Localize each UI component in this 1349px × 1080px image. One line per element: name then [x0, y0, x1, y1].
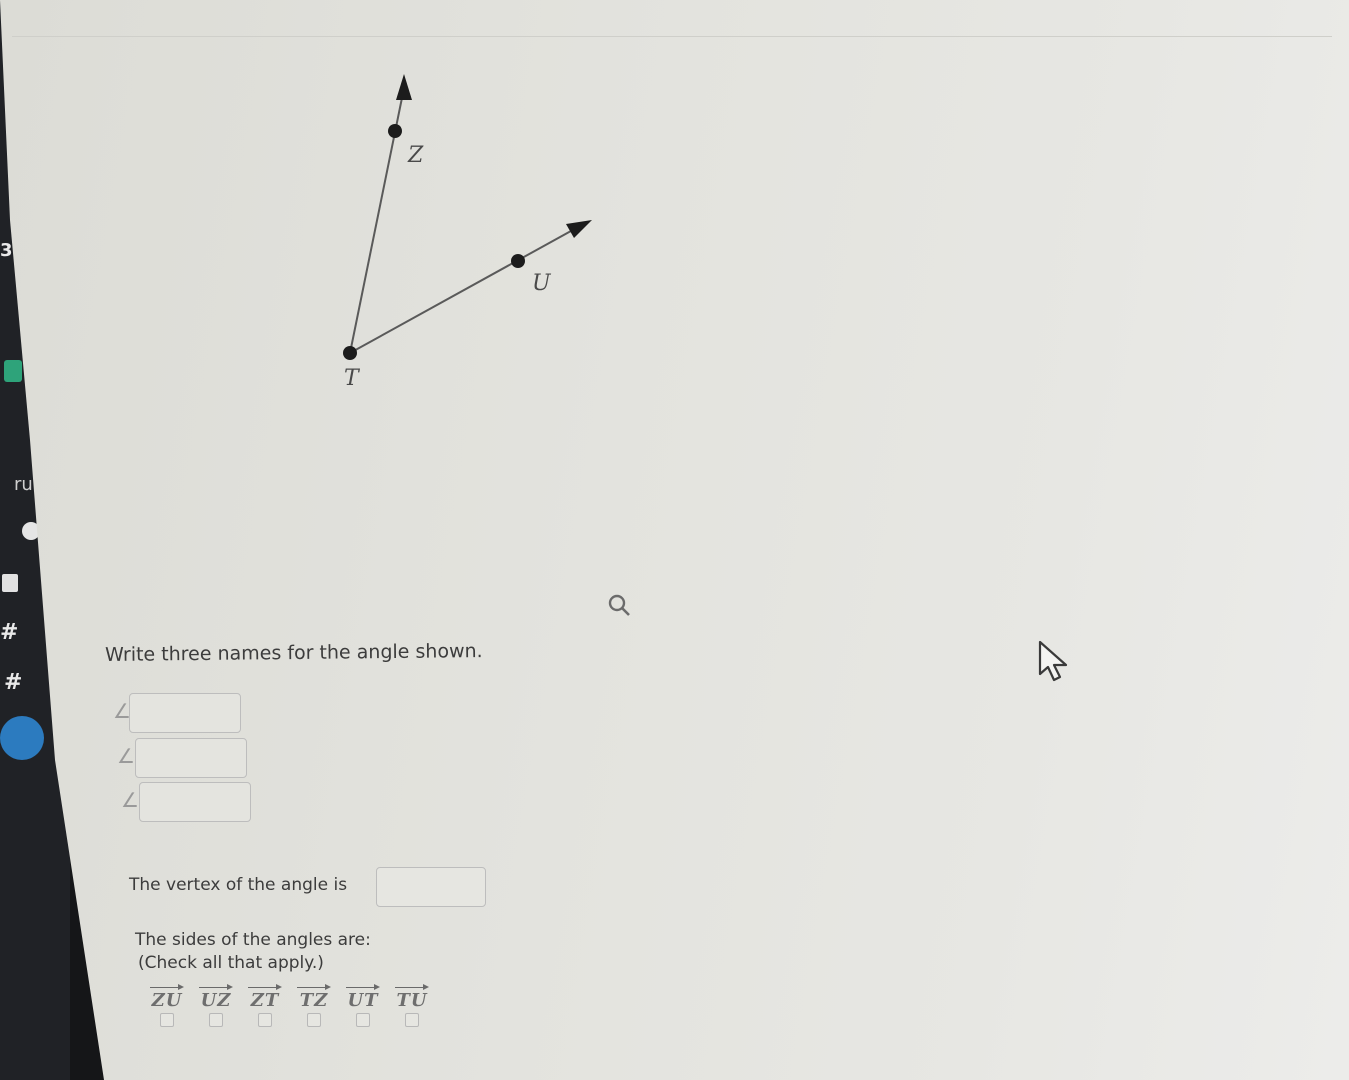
ray-label: UT [347, 990, 379, 1011]
point-label-t: T [344, 366, 361, 391]
ray-checkbox-zu[interactable] [160, 1013, 174, 1027]
point-z [388, 124, 402, 138]
vertex-input[interactable] [376, 867, 486, 907]
strip-text: ru [14, 474, 33, 495]
ray-option-tu: TU [391, 982, 433, 1027]
ray-options: ZU UZ ZT TZ UT TU [146, 982, 446, 1042]
arrowhead [396, 74, 412, 100]
hashtag-icon: # [4, 670, 23, 695]
ray-option-zu: ZU [146, 982, 188, 1027]
ray-label: UZ [200, 990, 232, 1011]
ray-arrow-icon [146, 982, 188, 992]
ray-label: ZT [250, 990, 280, 1011]
angle-name-input-1[interactable] [129, 693, 241, 733]
sides-label: The sides of the angles are: [135, 930, 371, 950]
point-t [343, 346, 357, 360]
grid-icon [2, 574, 18, 592]
ray-arrow-icon [391, 982, 433, 992]
avatar [0, 716, 44, 760]
arrowhead [566, 220, 592, 238]
angle-name-input-3[interactable] [139, 782, 251, 822]
hashtag-icon: # [0, 620, 19, 645]
ray-option-tz: TZ [293, 982, 335, 1027]
angle-name-input-2[interactable] [135, 738, 247, 778]
question-prompt: Write three names for the angle shown. [104, 640, 483, 666]
ray-arrow-icon [342, 982, 384, 992]
ray-checkbox-zt[interactable] [258, 1013, 272, 1027]
ray-checkbox-tz[interactable] [307, 1013, 321, 1027]
angle-symbol: ∠ [117, 744, 135, 768]
ray-checkbox-ut[interactable] [356, 1013, 370, 1027]
ray-arrow-icon [293, 982, 335, 992]
point-label-z: Z [407, 143, 424, 168]
ray-checkbox-uz[interactable] [209, 1013, 223, 1027]
ray-arrow-icon [244, 982, 286, 992]
ray-option-ut: UT [342, 982, 384, 1027]
angle-diagram: Z U T [343, 74, 592, 391]
ray-label: TU [396, 990, 428, 1011]
angle-symbol: ∠ [121, 788, 139, 812]
ray-label: TZ [299, 990, 329, 1011]
ray-option-uz: UZ [195, 982, 237, 1027]
point-label-u: U [532, 271, 552, 296]
ray-checkbox-tu[interactable] [405, 1013, 419, 1027]
ray-arrow-icon [195, 982, 237, 992]
search-icon[interactable] [606, 592, 632, 618]
ray-label: ZU [151, 990, 183, 1011]
check-all-note: (Check all that apply.) [138, 953, 324, 973]
divider [12, 36, 1332, 37]
strip-text: 3 [0, 240, 13, 261]
green-app-icon [4, 360, 22, 382]
point-u [511, 254, 525, 268]
worksheet-page: Z U T Write three names for the angle sh… [0, 0, 1349, 1080]
mouse-pointer-icon [1038, 640, 1068, 682]
ray-option-zt: ZT [244, 982, 286, 1027]
vertex-label: The vertex of the angle is [129, 875, 348, 895]
